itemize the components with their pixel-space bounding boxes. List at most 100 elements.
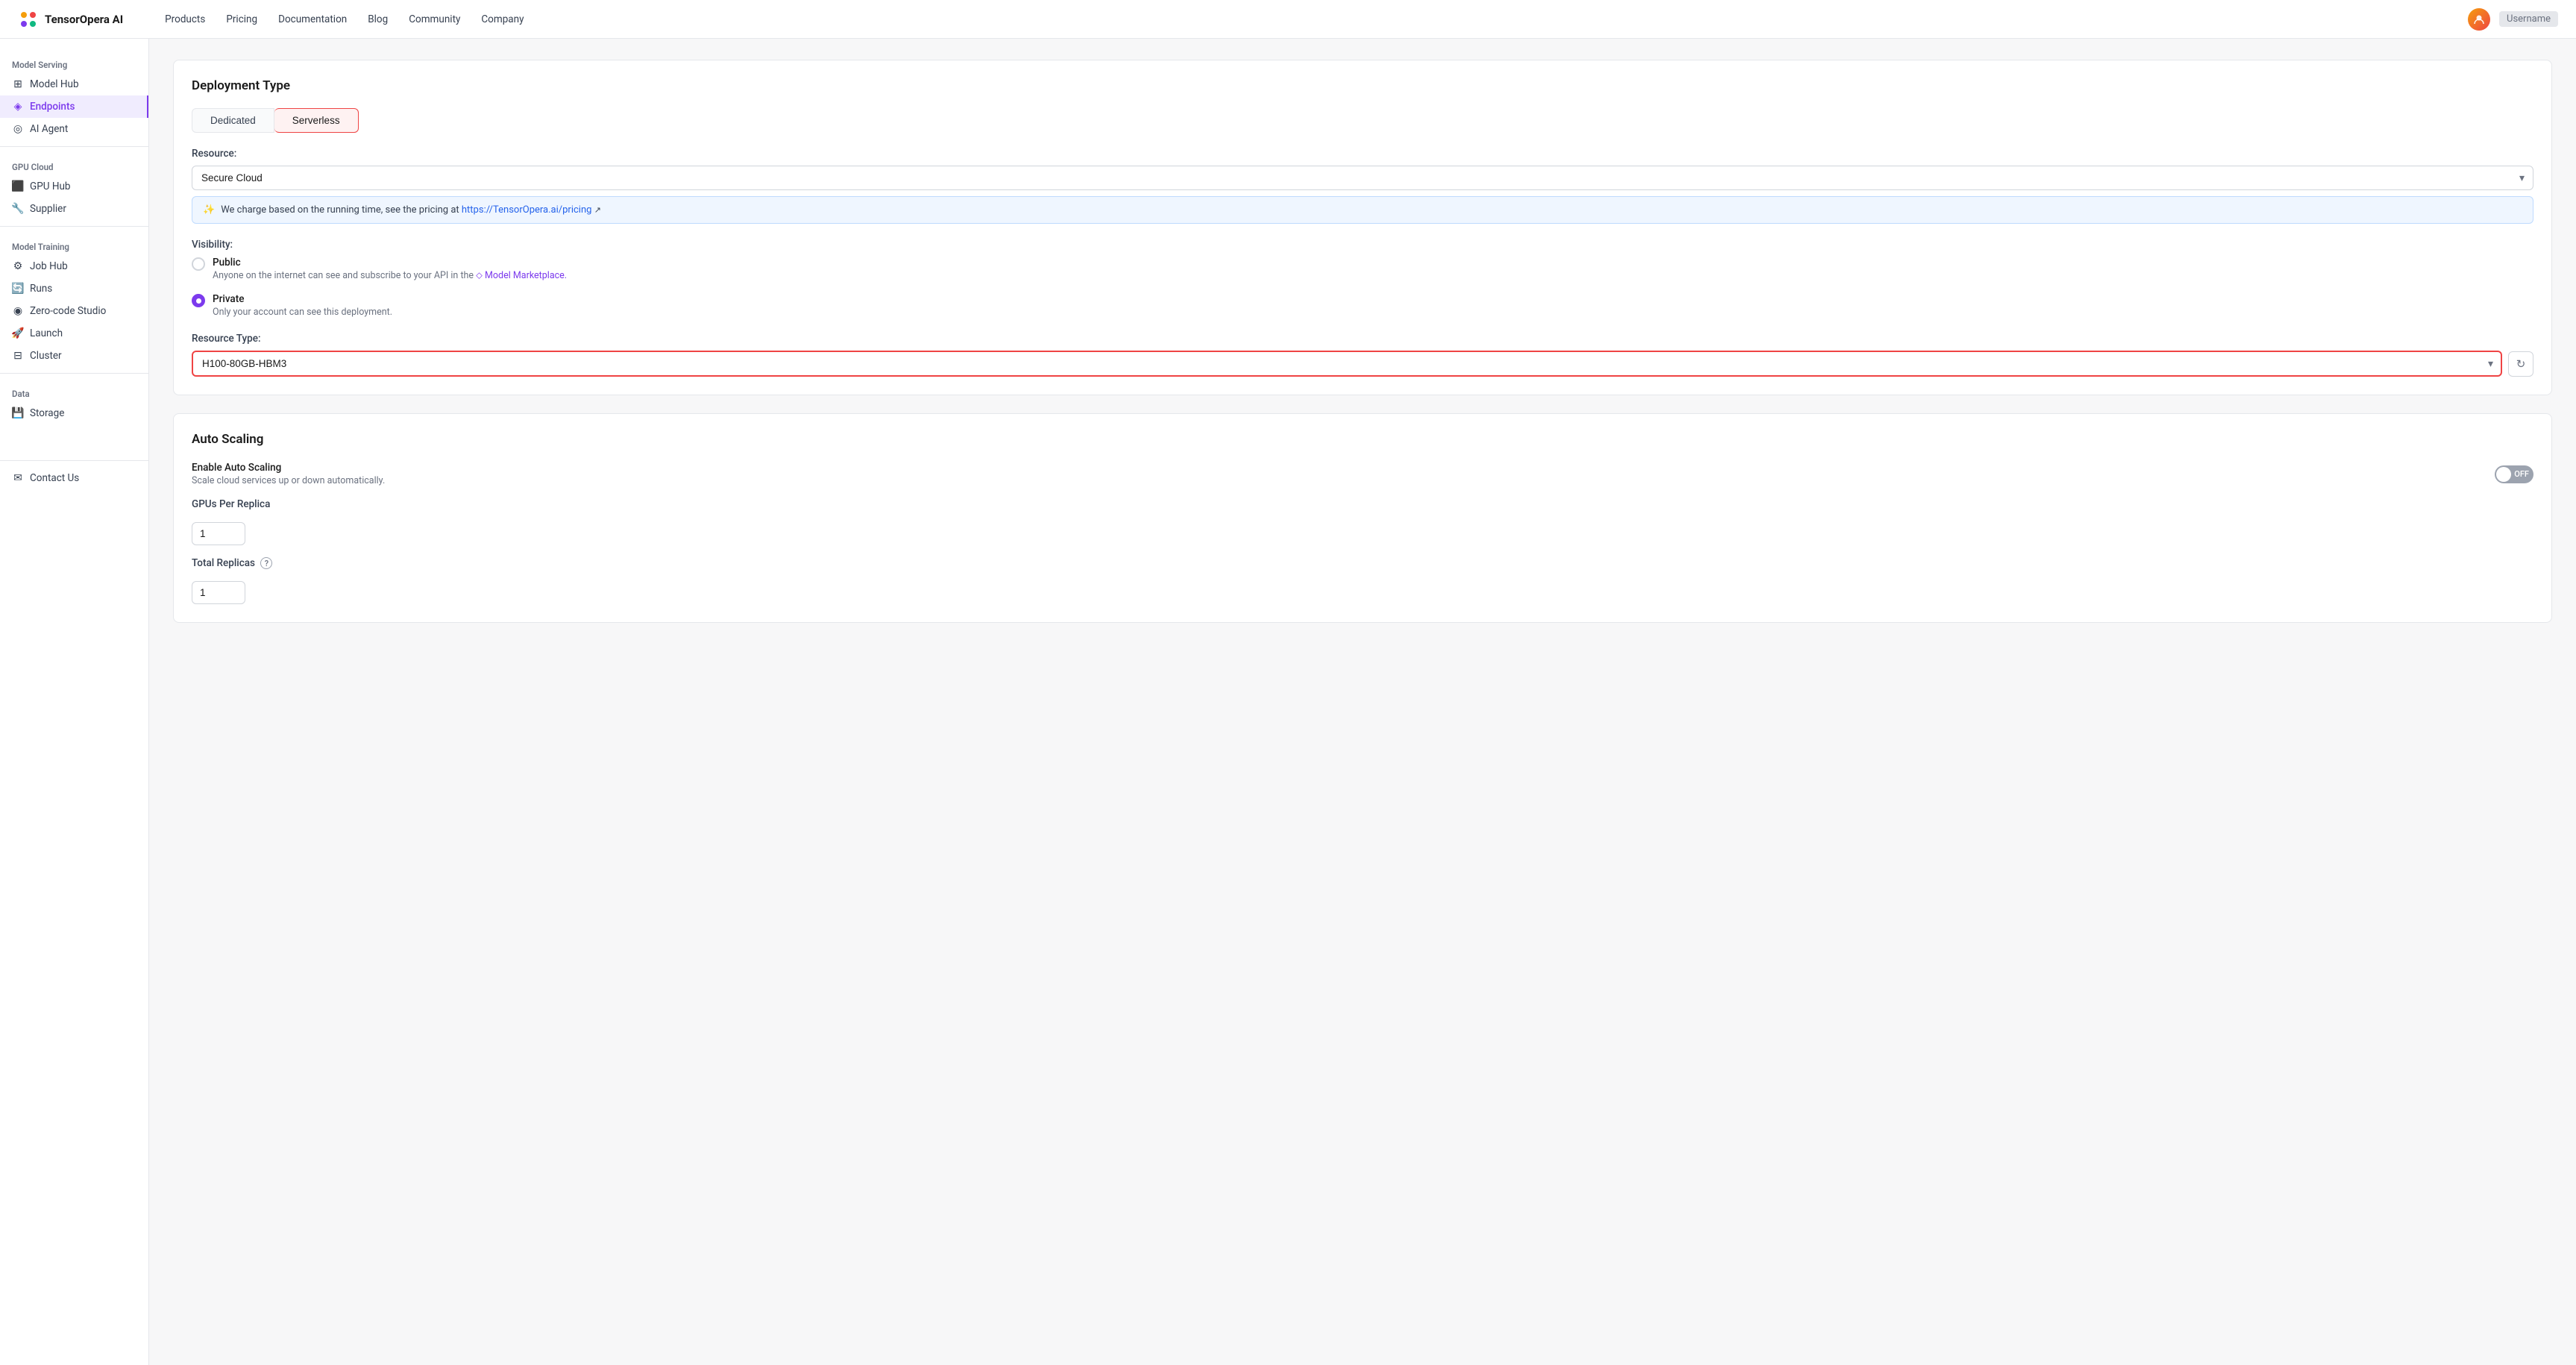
auto-scaling-enable-label: Enable Auto Scaling <box>192 462 385 474</box>
topnav-right: Username <box>2468 8 2558 31</box>
visibility-public-option[interactable]: Public Anyone on the internet can see an… <box>192 257 2533 281</box>
ai-agent-icon: ◎ <box>12 123 24 135</box>
launch-icon: 🚀 <box>12 327 24 339</box>
sidebar-item-runs[interactable]: 🔄 Runs <box>0 277 148 300</box>
resource-select-wrapper: Secure CloudPublic CloudPrivate Cloud ▾ <box>192 166 2533 190</box>
sidebar-item-label: Storage <box>30 407 64 419</box>
info-text: We charge based on the running time, see… <box>221 204 601 216</box>
sidebar: Model Serving ⊞ Model Hub ◈ Endpoints ◎ … <box>0 39 149 1365</box>
sidebar-section-data: Data <box>0 380 148 402</box>
gpus-per-replica-label: GPUs Per Replica <box>192 498 2533 510</box>
storage-icon: 💾 <box>12 407 24 419</box>
deployment-type-selector: Dedicated Serverless <box>192 108 2533 133</box>
sidebar-item-endpoints[interactable]: ◈ Endpoints <box>0 95 148 118</box>
nav-company[interactable]: Company <box>481 13 524 25</box>
logo-icon <box>18 9 39 30</box>
resource-type-label: Resource Type: <box>192 333 2533 345</box>
sidebar-section-model-training: Model Training <box>0 233 148 255</box>
deployment-type-title: Deployment Type <box>192 78 2533 93</box>
total-replicas-label: Total Replicas ? <box>192 557 2533 569</box>
public-label: Public <box>213 257 567 269</box>
visibility-label: Visibility: <box>192 239 2533 251</box>
avatar[interactable] <box>2468 8 2490 31</box>
sidebar-item-ai-agent[interactable]: ◎ AI Agent <box>0 118 148 140</box>
model-hub-icon: ⊞ <box>12 78 24 90</box>
resource-select[interactable]: Secure CloudPublic CloudPrivate Cloud <box>192 166 2533 190</box>
auto-scaling-card: Auto Scaling Enable Auto Scaling Scale c… <box>173 413 2552 623</box>
nav-links: Products Pricing Documentation Blog Comm… <box>165 13 524 25</box>
public-radio-circle[interactable] <box>192 257 205 271</box>
gpus-per-replica-input[interactable] <box>192 522 245 545</box>
refresh-button[interactable]: ↻ <box>2508 351 2533 377</box>
gpu-hub-icon: ⬛ <box>12 181 24 192</box>
sidebar-item-zero-code-studio[interactable]: ◉ Zero-code Studio <box>0 300 148 322</box>
sidebar-item-model-hub[interactable]: ⊞ Model Hub <box>0 73 148 95</box>
pricing-link[interactable]: https://TensorOpera.ai/pricing <box>462 204 592 216</box>
contact-icon: ✉ <box>12 472 24 484</box>
runs-icon: 🔄 <box>12 283 24 295</box>
visibility-radio-group: Public Anyone on the internet can see an… <box>192 257 2533 318</box>
sidebar-item-storage[interactable]: 💾 Storage <box>0 402 148 424</box>
private-label: Private <box>213 293 392 305</box>
logo-text: TensorOpera AI <box>45 13 123 26</box>
serverless-button[interactable]: Serverless <box>274 108 359 133</box>
sidebar-item-label: Launch <box>30 327 63 339</box>
auto-scaling-sub: Scale cloud services up or down automati… <box>192 475 385 486</box>
deployment-type-card: Deployment Type Dedicated Serverless Res… <box>173 60 2552 395</box>
sidebar-item-label: Cluster <box>30 350 62 362</box>
logo: TensorOpera AI <box>18 9 123 30</box>
info-icon: ✨ <box>203 204 215 216</box>
resource-type-row: H100-80GB-HBM3A100-80GBA100-40GBV100-16G… <box>192 351 2533 377</box>
auto-scaling-title: Auto Scaling <box>192 432 2533 447</box>
toggle-off-label: OFF <box>2514 469 2529 479</box>
total-replicas-help[interactable]: ? <box>260 557 272 569</box>
cluster-icon: ⊟ <box>12 350 24 362</box>
auto-scaling-toggle[interactable]: OFF <box>2495 465 2533 483</box>
sidebar-item-label: Zero-code Studio <box>30 305 106 317</box>
sidebar-section-model-serving: Model Serving <box>0 51 148 73</box>
supplier-icon: 🔧 <box>12 203 24 215</box>
app-layout: Model Serving ⊞ Model Hub ◈ Endpoints ◎ … <box>0 39 2576 1365</box>
endpoints-icon: ◈ <box>12 101 24 113</box>
resource-type-select[interactable]: H100-80GB-HBM3A100-80GBA100-40GBV100-16G… <box>192 351 2502 377</box>
nav-blog[interactable]: Blog <box>368 13 388 25</box>
sidebar-item-label: Model Hub <box>30 78 79 90</box>
job-hub-icon: ⚙ <box>12 260 24 272</box>
sidebar-item-gpu-hub[interactable]: ⬛ GPU Hub <box>0 175 148 198</box>
topnav: TensorOpera AI Products Pricing Document… <box>0 0 2576 39</box>
visibility-private-option[interactable]: Private Only your account can see this d… <box>192 293 2533 318</box>
resource-label: Resource: <box>192 148 2533 160</box>
sidebar-item-cluster[interactable]: ⊟ Cluster <box>0 345 148 367</box>
toggle-knob <box>2496 467 2511 482</box>
sidebar-item-supplier[interactable]: 🔧 Supplier <box>0 198 148 220</box>
total-replicas-input[interactable] <box>192 581 245 604</box>
sidebar-item-contact-us[interactable]: ✉ Contact Us <box>0 467 148 489</box>
nav-products[interactable]: Products <box>165 13 205 25</box>
sidebar-item-label: Supplier <box>30 203 66 215</box>
main-content: Deployment Type Dedicated Serverless Res… <box>149 39 2576 1365</box>
sidebar-item-label: GPU Hub <box>30 181 70 192</box>
dedicated-button[interactable]: Dedicated <box>192 108 274 133</box>
sidebar-section-gpu-cloud: GPU Cloud <box>0 153 148 175</box>
sidebar-item-job-hub[interactable]: ⚙ Job Hub <box>0 255 148 277</box>
resource-type-select-wrapper: H100-80GB-HBM3A100-80GBA100-40GBV100-16G… <box>192 351 2502 377</box>
auto-scaling-info: Enable Auto Scaling Scale cloud services… <box>192 462 385 486</box>
sidebar-item-label: AI Agent <box>30 123 68 135</box>
nav-community[interactable]: Community <box>409 13 460 25</box>
sidebar-item-label: Runs <box>30 283 52 295</box>
sidebar-item-launch[interactable]: 🚀 Launch <box>0 322 148 345</box>
sidebar-item-label: Contact Us <box>30 472 79 484</box>
external-link-icon: ↗ <box>594 205 601 215</box>
username-display: Username <box>2499 11 2558 27</box>
public-radio-text: Public Anyone on the internet can see an… <box>213 257 567 281</box>
sidebar-item-label: Endpoints <box>30 101 75 113</box>
private-radio-circle[interactable] <box>192 294 205 307</box>
nav-pricing[interactable]: Pricing <box>226 13 257 25</box>
auto-scaling-toggle-row: Enable Auto Scaling Scale cloud services… <box>192 462 2533 486</box>
sidebar-item-label: Job Hub <box>30 260 68 272</box>
nav-documentation[interactable]: Documentation <box>278 13 347 25</box>
public-description: Anyone on the internet can see and subsc… <box>213 270 567 281</box>
marketplace-link[interactable]: ⬦ Model Marketplace. <box>476 270 567 281</box>
private-radio-text: Private Only your account can see this d… <box>213 293 392 318</box>
private-description: Only your account can see this deploymen… <box>213 307 392 318</box>
